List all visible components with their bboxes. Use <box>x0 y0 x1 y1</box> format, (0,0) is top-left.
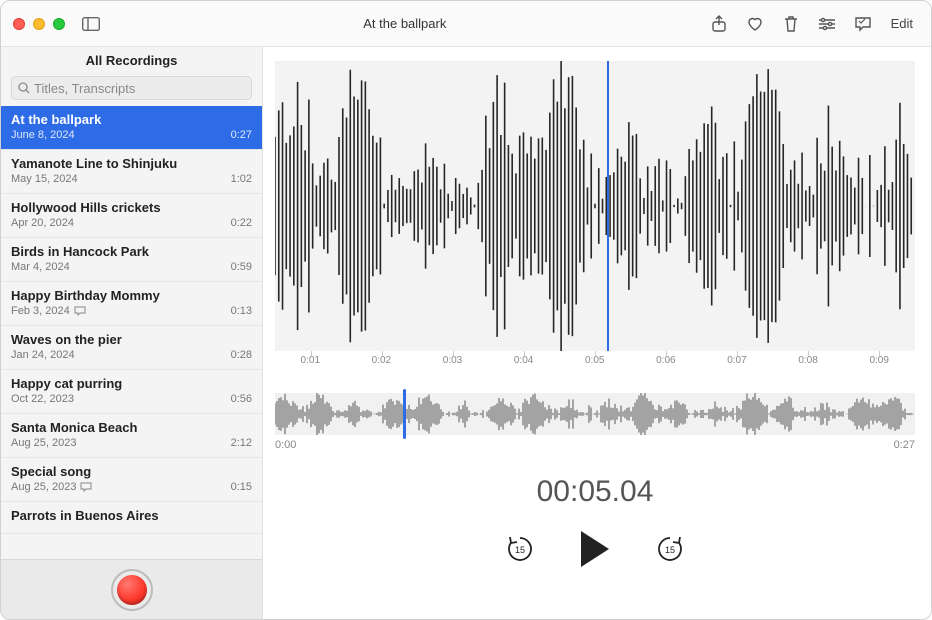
list-item[interactable]: Special song Aug 25, 2023 0:15 <box>1 458 262 502</box>
overview-end: 0:27 <box>894 439 915 451</box>
ruler-tick: 0:09 <box>869 355 888 366</box>
recording-duration: 2:12 <box>231 437 252 449</box>
fullscreen-window[interactable] <box>53 18 65 30</box>
list-item[interactable]: Happy cat purring Oct 22, 2023 0:56 <box>1 370 262 414</box>
ruler-tick: 0:04 <box>514 355 533 366</box>
speech-bubble-icon <box>74 306 86 316</box>
search-placeholder: Titles, Transcripts <box>34 81 135 96</box>
recording-duration: 0:15 <box>231 481 252 493</box>
sidebar-title: All Recordings <box>1 47 262 76</box>
overview-start: 0:00 <box>275 439 296 451</box>
list-item[interactable]: Birds in Hancock Park Mar 4, 2024 0:59 <box>1 238 262 282</box>
ruler-tick: 0:06 <box>656 355 675 366</box>
voice-memos-window: At the ballpark Edit All Recordings <box>0 0 932 620</box>
time-ruler: 0:01 0:02 0:03 0:04 0:05 0:06 0:07 0:08 0:09 <box>275 351 915 373</box>
heart-icon[interactable] <box>741 12 769 36</box>
recording-date: Mar 4, 2024 <box>11 261 70 273</box>
list-item[interactable]: Waves on the pier Jan 24, 2024 0:28 <box>1 326 262 370</box>
waveform-detail[interactable] <box>275 61 915 351</box>
recording-date: Aug 25, 2023 <box>11 481 92 493</box>
recording-date: Aug 25, 2023 <box>11 437 76 449</box>
search-icon <box>18 82 30 94</box>
body: All Recordings Titles, Transcripts At th… <box>1 47 931 619</box>
timecode: 00:05.04 <box>275 475 915 509</box>
recording-name: Happy cat purring <box>11 376 252 391</box>
overview-playhead[interactable] <box>403 389 406 439</box>
share-icon[interactable] <box>705 12 733 36</box>
speech-bubble-icon[interactable] <box>849 12 877 36</box>
recording-name: Happy Birthday Mommy <box>11 288 252 303</box>
recording-name: Waves on the pier <box>11 332 252 347</box>
trash-icon[interactable] <box>777 12 805 36</box>
minimize-window[interactable] <box>33 18 45 30</box>
recording-name: Parrots in Buenos Aires <box>11 508 252 523</box>
record-button[interactable] <box>111 569 153 611</box>
ruler-tick: 0:08 <box>798 355 817 366</box>
record-bar <box>1 559 262 619</box>
titlebar: At the ballpark Edit <box>1 1 931 47</box>
recording-duration: 0:22 <box>231 217 252 229</box>
ruler-tick: 0:02 <box>372 355 391 366</box>
recording-duration: 0:56 <box>231 393 252 405</box>
list-item[interactable]: Hollywood Hills crickets Apr 20, 2024 0:22 <box>1 194 262 238</box>
window-title: At the ballpark <box>105 16 705 31</box>
recording-meta: Jan 24, 2024 0:28 <box>11 349 252 361</box>
recording-name: Birds in Hancock Park <box>11 244 252 259</box>
sidebar-toggle-icon[interactable] <box>77 12 105 36</box>
waveform-overview[interactable] <box>275 393 915 435</box>
svg-text:15: 15 <box>665 545 675 555</box>
recording-duration: 0:59 <box>231 261 252 273</box>
ruler-tick: 0:05 <box>585 355 604 366</box>
close-window[interactable] <box>13 18 25 30</box>
recording-name: Yamanote Line to Shinjuku <box>11 156 252 171</box>
playback-controls: 15 15 <box>275 531 915 587</box>
recordings-list: At the ballpark June 8, 2024 0:27 Yamanote … <box>1 106 262 559</box>
recording-meta: May 15, 2024 1:02 <box>11 173 252 185</box>
recording-date: Apr 20, 2024 <box>11 217 74 229</box>
recording-name: At the ballpark <box>11 112 252 127</box>
main-pane: 0:01 0:02 0:03 0:04 0:05 0:06 0:07 0:08 0:09 0:0… <box>263 47 931 619</box>
edit-button[interactable]: Edit <box>885 14 919 33</box>
ruler-tick: 0:07 <box>727 355 746 366</box>
recording-meta: Aug 25, 2023 2:12 <box>11 437 252 449</box>
ruler-tick: 0:01 <box>301 355 320 366</box>
list-item[interactable]: Parrots in Buenos Aires <box>1 502 262 534</box>
sliders-icon[interactable] <box>813 12 841 36</box>
skip-back-button[interactable]: 15 <box>503 532 537 566</box>
ruler-tick: 0:03 <box>443 355 462 366</box>
list-item[interactable]: Happy Birthday Mommy Feb 3, 2024 0:13 <box>1 282 262 326</box>
list-item[interactable]: Yamanote Line to Shinjuku May 15, 2024 1:0… <box>1 150 262 194</box>
recording-meta: Apr 20, 2024 0:22 <box>11 217 252 229</box>
list-item[interactable]: At the ballpark June 8, 2024 0:27 <box>1 106 262 150</box>
recording-date: May 15, 2024 <box>11 173 78 185</box>
speech-bubble-icon <box>80 482 92 492</box>
recording-name: Hollywood Hills crickets <box>11 200 252 215</box>
recording-meta: Mar 4, 2024 0:59 <box>11 261 252 273</box>
recording-meta: Feb 3, 2024 0:13 <box>11 305 252 317</box>
recording-meta: June 8, 2024 0:27 <box>11 129 252 141</box>
recording-name: Special song <box>11 464 252 479</box>
recording-date: Feb 3, 2024 <box>11 305 86 317</box>
play-button[interactable] <box>581 531 609 567</box>
recording-duration: 0:28 <box>231 349 252 361</box>
overview-scale: 0:00 0:27 <box>275 439 915 451</box>
recording-duration: 0:13 <box>231 305 252 317</box>
svg-text:15: 15 <box>515 545 525 555</box>
recording-duration: 0:27 <box>231 129 252 141</box>
recording-meta: Aug 25, 2023 0:15 <box>11 481 252 493</box>
search-input[interactable]: Titles, Transcripts <box>11 76 252 100</box>
skip-forward-button[interactable]: 15 <box>653 532 687 566</box>
recording-date: Oct 22, 2023 <box>11 393 74 405</box>
recording-date: Jan 24, 2024 <box>11 349 75 361</box>
recording-name: Santa Monica Beach <box>11 420 252 435</box>
recording-duration: 1:02 <box>231 173 252 185</box>
recording-date: June 8, 2024 <box>11 129 75 141</box>
toolbar-right: Edit <box>705 12 919 36</box>
recording-meta: Oct 22, 2023 0:56 <box>11 393 252 405</box>
window-controls <box>13 18 65 30</box>
list-item[interactable]: Santa Monica Beach Aug 25, 2023 2:12 <box>1 414 262 458</box>
sidebar: All Recordings Titles, Transcripts At th… <box>1 47 263 619</box>
